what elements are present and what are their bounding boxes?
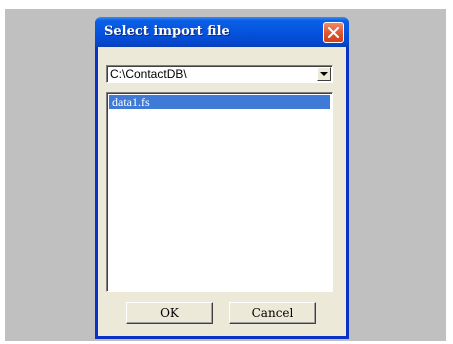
chevron-down-icon xyxy=(320,72,328,76)
folder-combobox[interactable]: C:\ContactDB\ xyxy=(106,65,333,83)
folder-path: C:\ContactDB\ xyxy=(110,67,187,81)
cancel-button[interactable]: Cancel xyxy=(229,302,316,324)
import-file-dialog: Select import file C:\ContactDB\ data1.f… xyxy=(95,17,349,339)
close-icon xyxy=(328,27,339,38)
close-button[interactable] xyxy=(323,22,344,43)
dropdown-button[interactable] xyxy=(317,67,331,81)
title-bar[interactable]: Select import file xyxy=(95,17,349,47)
dialog-title: Select import file xyxy=(104,24,230,39)
file-listbox[interactable]: data1.fs xyxy=(106,92,333,292)
dialog-body: C:\ContactDB\ data1.fs OK Cancel xyxy=(98,47,346,336)
file-list-item[interactable]: data1.fs xyxy=(109,95,330,109)
ok-button[interactable]: OK xyxy=(126,302,213,324)
